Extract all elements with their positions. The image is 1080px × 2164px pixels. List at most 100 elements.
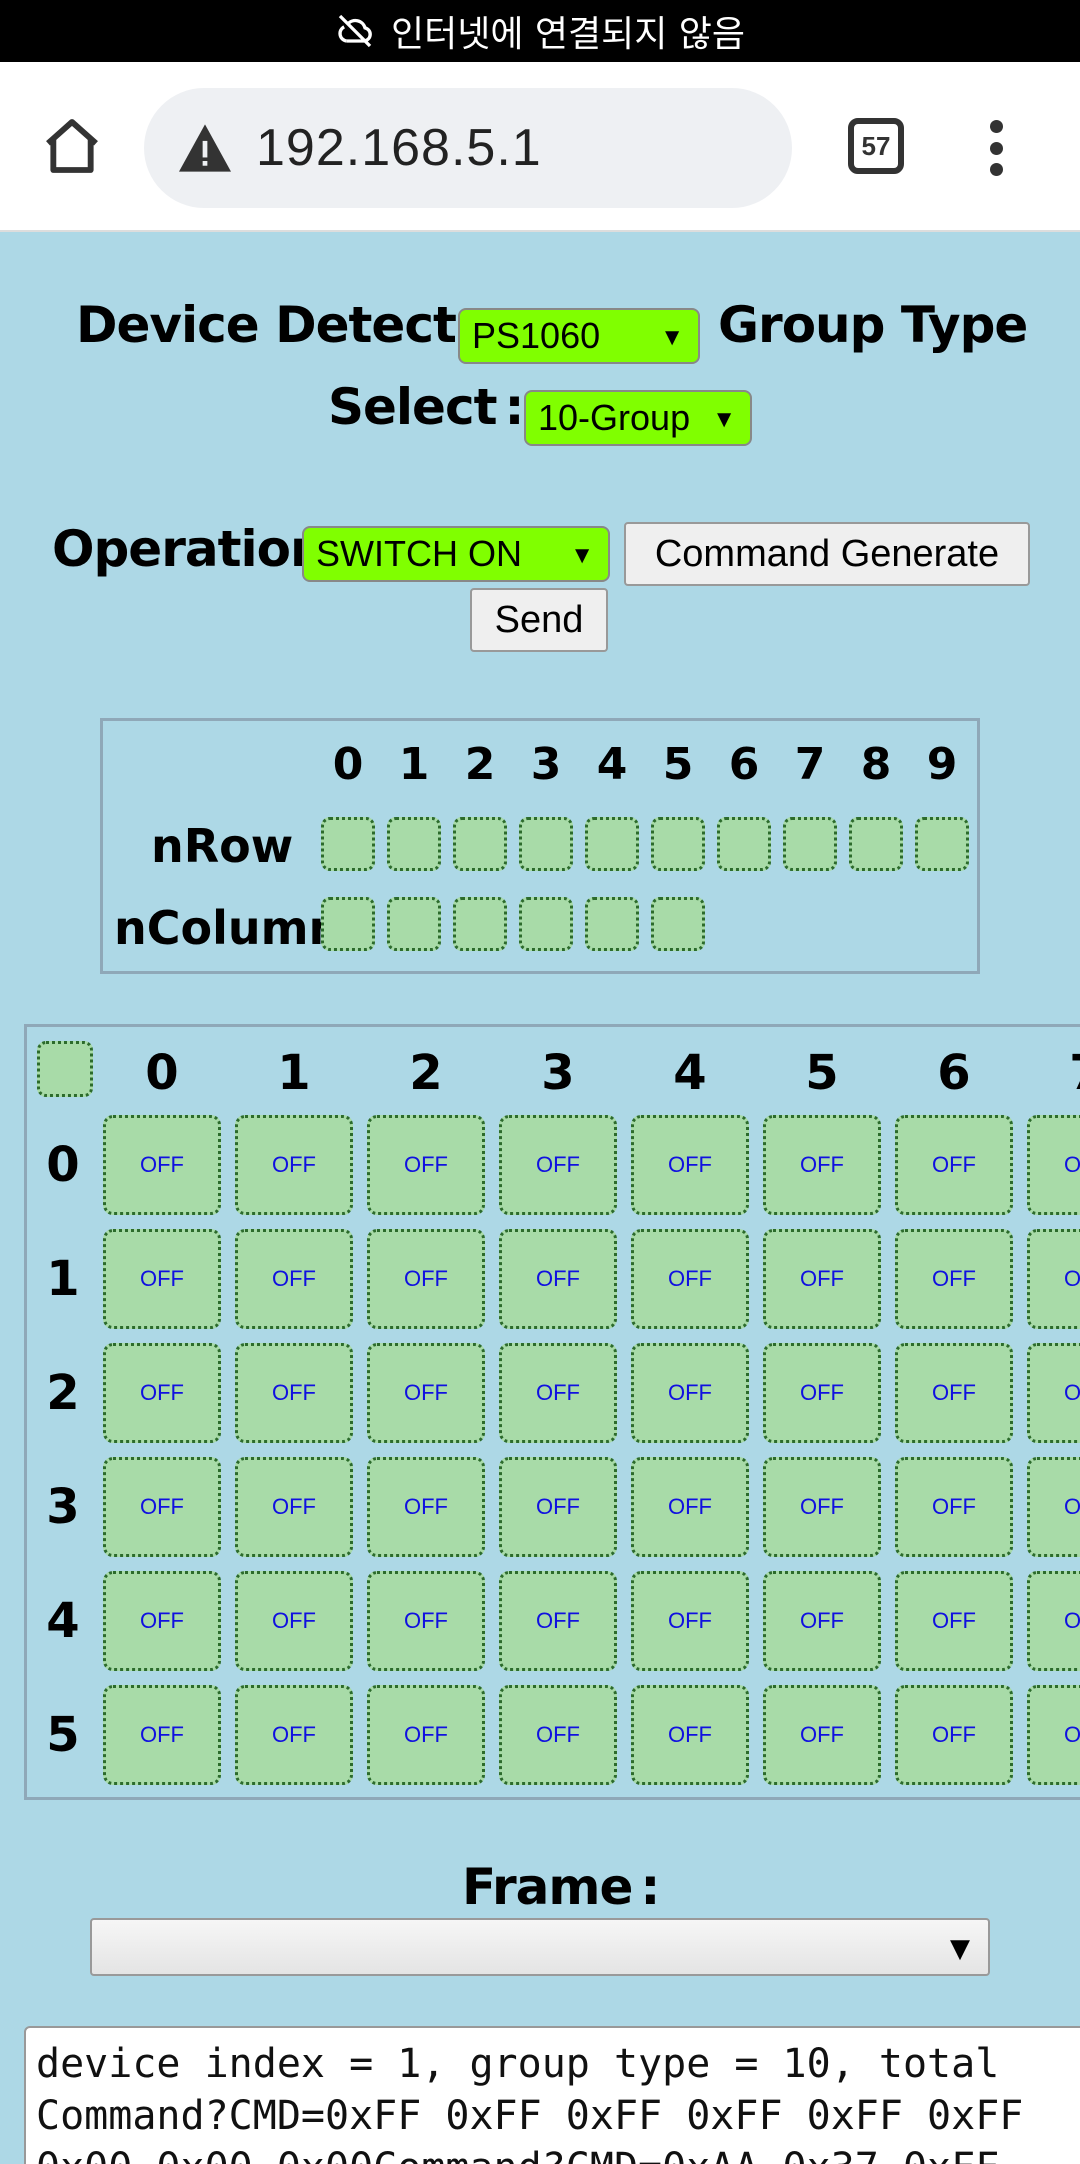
switch-cell[interactable]: OFF <box>763 1229 881 1329</box>
nrow-checkbox-1[interactable] <box>387 817 441 871</box>
switch-cell[interactable]: OFF <box>763 1115 881 1215</box>
switch-cell[interactable]: OFF <box>367 1115 485 1215</box>
ncolumn-checkbox-1[interactable] <box>387 897 441 951</box>
cloud-off-icon <box>338 14 372 48</box>
output-line: device index = 1, group type = 10, total <box>36 2041 1000 2087</box>
switch-cell[interactable]: OFF <box>1027 1685 1080 1785</box>
grid-row-header: 0 <box>46 1137 80 1193</box>
switch-cell[interactable]: OFF <box>1027 1343 1080 1443</box>
grid-column-header: 6 <box>937 1045 971 1101</box>
switch-cell[interactable]: OFF <box>499 1685 617 1785</box>
switch-cell[interactable]: OFF <box>103 1343 221 1443</box>
switch-cell[interactable]: OFF <box>631 1571 749 1671</box>
switch-cell[interactable]: OFF <box>103 1571 221 1671</box>
switch-cell[interactable]: OFF <box>631 1115 749 1215</box>
switch-cell[interactable]: OFF <box>631 1685 749 1785</box>
nrow-checkbox-0[interactable] <box>321 817 375 871</box>
ncolumn-checkbox-0[interactable] <box>321 897 375 951</box>
switch-cell[interactable]: OFF <box>499 1343 617 1443</box>
switch-cell[interactable]: OFF <box>895 1115 1013 1215</box>
switch-cell[interactable]: OFF <box>631 1229 749 1329</box>
switch-cell[interactable]: OFF <box>1027 1457 1080 1557</box>
group-type-select[interactable]: 10-Group ▼ <box>524 390 752 446</box>
ncolumn-checkbox-2[interactable] <box>453 897 507 951</box>
switch-cell[interactable]: OFF <box>499 1457 617 1557</box>
grid-row-header: 4 <box>46 1593 80 1649</box>
send-button[interactable]: Send <box>470 588 608 652</box>
nrow-checkbox-3[interactable] <box>519 817 573 871</box>
nrow-checkbox-8[interactable] <box>849 817 903 871</box>
switch-cell[interactable]: OFF <box>631 1343 749 1443</box>
nrow-checkbox-7[interactable] <box>783 817 837 871</box>
more-menu-icon[interactable] <box>988 120 1004 176</box>
switch-cell[interactable]: OFF <box>367 1229 485 1329</box>
switch-cell[interactable]: OFF <box>895 1229 1013 1329</box>
grid-column-header: 0 <box>145 1045 179 1101</box>
status-text: 인터넷에 연결되지 않음 <box>390 14 746 55</box>
nrow-checkbox-9[interactable] <box>915 817 969 871</box>
switch-cell[interactable]: OFF <box>235 1115 353 1215</box>
switch-cell[interactable]: OFF <box>103 1685 221 1785</box>
switch-cell[interactable]: OFF <box>763 1571 881 1671</box>
nrow-checkbox-4[interactable] <box>585 817 639 871</box>
status-bar: 인터넷에 연결되지 않음 <box>0 0 1080 62</box>
device-detect-select[interactable]: PS1060 ▼ <box>458 308 700 364</box>
grid-column-header: 1 <box>277 1045 311 1101</box>
nrow-label: nRow <box>151 819 294 873</box>
frame-select[interactable]: ▼ <box>90 1918 990 1976</box>
nrow-checkbox-6[interactable] <box>717 817 771 871</box>
nrow-checkbox-5[interactable] <box>651 817 705 871</box>
switch-cell[interactable]: OFF <box>103 1229 221 1329</box>
address-bar[interactable]: 192.168.5.1 <box>144 88 792 208</box>
switch-cell[interactable]: OFF <box>367 1457 485 1557</box>
switch-cell[interactable]: OFF <box>367 1343 485 1443</box>
home-icon[interactable] <box>40 114 104 178</box>
select-all-checkbox[interactable] <box>37 1041 93 1097</box>
switch-cell[interactable]: OFF <box>367 1685 485 1785</box>
ncolumn-checkbox-4[interactable] <box>585 897 639 951</box>
tab-count: 57 <box>861 130 891 161</box>
switch-cell[interactable]: OFF <box>895 1571 1013 1671</box>
ncolumn-label: nColumn <box>114 901 342 955</box>
grid-column-header: 7 <box>1027 1045 1080 1101</box>
warning-icon[interactable] <box>176 122 234 174</box>
switch-cell[interactable]: OFF <box>1027 1115 1080 1215</box>
switch-cell[interactable]: OFF <box>499 1571 617 1671</box>
url-text[interactable]: 192.168.5.1 <box>256 118 542 178</box>
switch-cell[interactable]: OFF <box>1027 1571 1080 1671</box>
switch-cell[interactable]: OFF <box>235 1457 353 1557</box>
switch-cell[interactable]: OFF <box>895 1457 1013 1557</box>
switch-cell[interactable]: OFF <box>763 1685 881 1785</box>
operation-select[interactable]: SWITCH ON ▼ <box>302 526 610 582</box>
row-column-selector: nRow nColumn 0123456789 <box>100 718 980 974</box>
switch-cell[interactable]: OFF <box>763 1343 881 1443</box>
switch-cell[interactable]: OFF <box>895 1685 1013 1785</box>
command-output-textarea[interactable]: device index = 1, group type = 10, total… <box>24 2026 1080 2164</box>
command-generate-button[interactable]: Command Generate <box>624 522 1030 586</box>
switch-cell[interactable]: OFF <box>103 1457 221 1557</box>
browser-toolbar: 192.168.5.1 57 <box>0 62 1080 232</box>
grid-row-header: 2 <box>46 1365 80 1421</box>
chevron-down-icon: ▼ <box>660 324 684 351</box>
switch-cell[interactable]: OFF <box>763 1457 881 1557</box>
ncolumn-checkbox-3[interactable] <box>519 897 573 951</box>
switch-cell[interactable]: OFF <box>367 1571 485 1671</box>
switch-cell[interactable]: OFF <box>235 1685 353 1785</box>
switch-cell[interactable]: OFF <box>499 1115 617 1215</box>
chevron-down-icon: ▼ <box>712 406 736 433</box>
ncolumn-checkbox-5[interactable] <box>651 897 705 951</box>
switch-cell[interactable]: OFF <box>895 1343 1013 1443</box>
switch-cell[interactable]: OFF <box>631 1457 749 1557</box>
switch-cell[interactable]: OFF <box>1027 1229 1080 1329</box>
switch-cell[interactable]: OFF <box>235 1229 353 1329</box>
switch-cell[interactable]: OFF <box>235 1571 353 1671</box>
nrow-checkbox-2[interactable] <box>453 817 507 871</box>
rc-column-header: 6 <box>728 739 760 790</box>
grid-column-header: 4 <box>673 1045 707 1101</box>
switch-cell[interactable]: OFF <box>103 1115 221 1215</box>
rc-column-header: 3 <box>530 739 562 790</box>
grid-column-header: 2 <box>409 1045 443 1101</box>
switch-cell[interactable]: OFF <box>499 1229 617 1329</box>
switch-cell[interactable]: OFF <box>235 1343 353 1443</box>
tab-switcher-button[interactable]: 57 <box>848 118 904 174</box>
